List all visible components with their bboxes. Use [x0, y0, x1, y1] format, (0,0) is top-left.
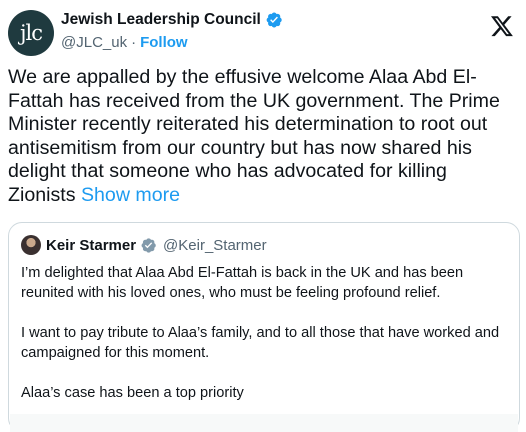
- quoted-author-avatar: [21, 235, 41, 255]
- avatar-logo-text: jlc: [20, 21, 43, 45]
- quoted-tweet-footer: [10, 414, 518, 432]
- quoted-author-name: Keir Starmer: [46, 236, 137, 254]
- tweet-header: jlc Jewish Leadership Council @JLC_uk · …: [8, 10, 518, 60]
- quoted-tweet-body: I’m delighted that Alaa Abd El-Fattah is…: [21, 263, 509, 403]
- verified-badge-icon: [141, 237, 156, 253]
- quoted-tweet-header: Keir Starmer @Keir_Starmer: [21, 235, 267, 255]
- tweet-text: We are appalled by the effusive welcome …: [8, 66, 513, 207]
- author-display-name[interactable]: Jewish Leadership Council: [61, 11, 261, 29]
- show-more-link[interactable]: Show more: [81, 184, 180, 206]
- quoted-author-handle: @Keir_Starmer: [163, 236, 267, 254]
- author-avatar[interactable]: jlc: [8, 10, 54, 56]
- quoted-paragraph: Alaa’s case has been a top priority: [21, 385, 244, 401]
- author-handle-row: @JLC_uk · Follow: [61, 34, 188, 51]
- verified-badge-icon: [266, 12, 282, 28]
- quoted-paragraph: I want to pay tribute to Alaa’s family, …: [21, 325, 500, 361]
- quoted-tweet[interactable]: Keir Starmer @Keir_Starmer I’m delighted…: [8, 222, 520, 432]
- follow-button[interactable]: Follow: [140, 34, 188, 51]
- separator-dot: ·: [131, 34, 137, 51]
- author-name-row: Jewish Leadership Council: [61, 11, 283, 29]
- x-logo-icon[interactable]: [490, 14, 514, 38]
- author-handle[interactable]: @JLC_uk: [61, 34, 127, 51]
- quoted-paragraph: I’m delighted that Alaa Abd El-Fattah is…: [21, 265, 464, 301]
